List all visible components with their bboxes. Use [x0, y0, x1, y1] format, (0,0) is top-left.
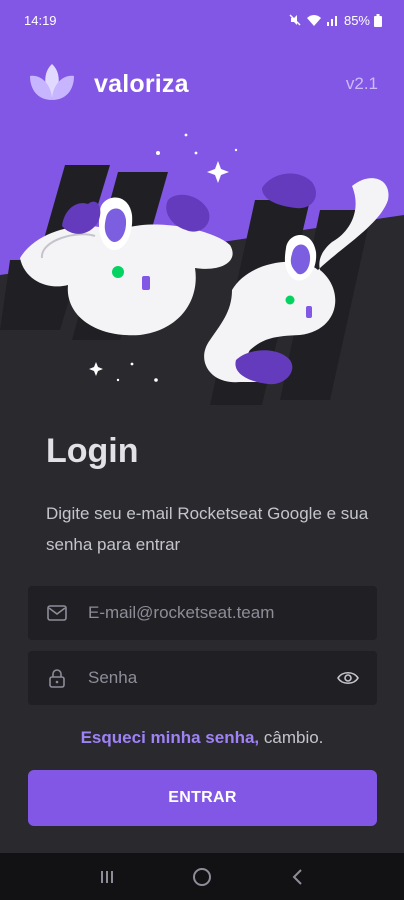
email-input[interactable] [88, 603, 359, 623]
battery-icon [374, 13, 382, 27]
password-input[interactable] [88, 668, 337, 688]
system-nav-bar [0, 853, 404, 900]
wifi-icon [306, 13, 322, 27]
app-version: v2.1 [345, 74, 378, 93]
app-name: valoriza [94, 69, 189, 98]
mail-icon [46, 602, 68, 624]
eye-icon[interactable] [337, 667, 359, 689]
forgot-password-link[interactable]: Esqueci minha senha, [81, 728, 260, 747]
battery-text: 85% [343, 12, 370, 28]
login-title: Login [46, 432, 139, 470]
back-icon[interactable] [277, 857, 317, 897]
status-time: 14:19 [24, 12, 57, 28]
brand: valoriza [28, 62, 189, 107]
status-bar: 14:19 85% [0, 0, 404, 40]
recent-apps-icon[interactable] [87, 857, 127, 897]
mute-icon [288, 13, 302, 27]
lotus-logo-icon [28, 62, 76, 107]
status-icons: 85% [288, 13, 382, 28]
email-field[interactable] [28, 586, 377, 640]
hero-section: 14:19 85% valoriza v2.1 [0, 0, 404, 420]
home-icon[interactable] [182, 857, 222, 897]
forgot-password-line: Esqueci minha senha, câmbio. [0, 728, 404, 748]
signal-icon [326, 13, 340, 27]
lock-icon [46, 667, 68, 689]
enter-button[interactable]: ENTRAR [28, 770, 377, 826]
app-header: valoriza v2.1 [28, 62, 378, 106]
password-field[interactable] [28, 651, 377, 705]
login-subtitle: Digite seu e-mail Rocketseat Google e su… [46, 504, 369, 554]
forgot-suffix: câmbio. [259, 728, 324, 747]
